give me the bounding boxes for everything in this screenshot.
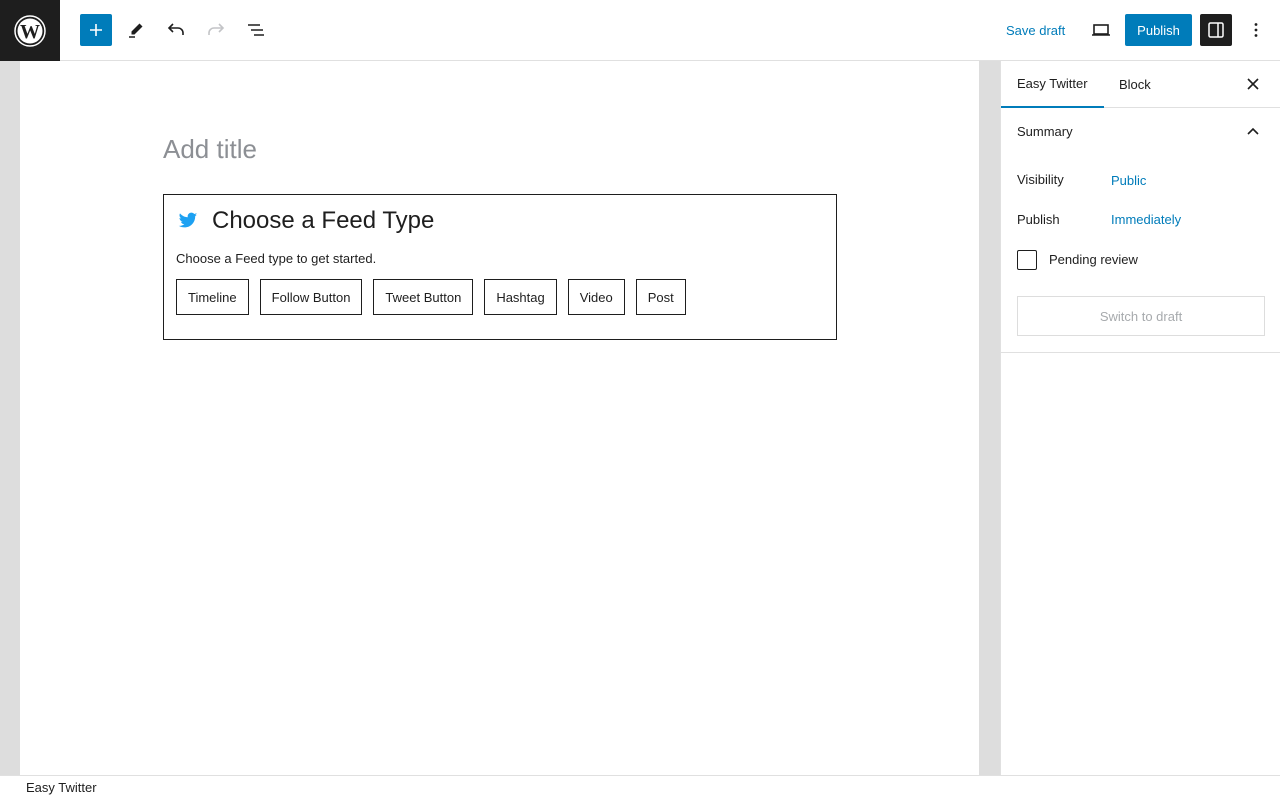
close-sidebar-button[interactable] [1238,69,1268,99]
block-title: Choose a Feed Type [212,207,435,234]
add-block-button[interactable] [80,14,112,46]
tab-easy-twitter[interactable]: Easy Twitter [1001,61,1104,108]
feed-type-tweet-button[interactable]: Tweet Button [373,279,474,315]
pencil-icon [129,23,143,38]
close-icon [1247,78,1259,90]
redo-button[interactable] [200,14,232,46]
block-header: Choose a Feed Type [178,207,434,235]
visibility-value-link[interactable]: Public [1111,173,1146,188]
publish-label: Publish [1017,212,1060,227]
pending-review-checkbox[interactable] [1017,250,1037,270]
publish-button[interactable]: Publish [1125,14,1192,46]
editor-footer: Easy Twitter [0,775,1280,800]
chevron-up-icon [1247,127,1259,135]
redo-icon [208,23,225,35]
editor-canvas-area: Add title Choose a Feed Type Choose a Fe… [0,61,1000,775]
settings-sidebar: Easy Twitter Block Summary Visibility Pu… [1000,61,1280,775]
undo-button[interactable] [160,14,192,46]
options-button[interactable] [1240,14,1272,46]
feed-type-video-button[interactable]: Video [567,279,625,315]
editor-canvas[interactable]: Add title Choose a Feed Type Choose a Fe… [20,61,979,775]
wordpress-logo-icon[interactable]: W [0,0,60,61]
preview-button[interactable] [1085,14,1117,46]
block-description: Choose a Feed type to get started. [176,251,377,266]
summary-toggle-button[interactable] [1241,122,1265,142]
post-title-field[interactable]: Add title [163,134,257,165]
desktop-preview-icon [1092,24,1110,36]
settings-button[interactable] [1200,14,1232,46]
feed-type-timeline-button[interactable]: Timeline [176,279,249,315]
publish-value-link[interactable]: Immediately [1111,212,1181,227]
summary-panel: Summary Visibility Public Publish Immedi… [1001,108,1280,353]
list-view-button[interactable] [240,14,272,46]
undo-icon [167,23,184,35]
visibility-label: Visibility [1017,172,1064,187]
tab-block[interactable]: Block [1103,61,1167,108]
feed-type-follow-button[interactable]: Follow Button [259,279,363,315]
easy-twitter-block[interactable]: Choose a Feed Type Choose a Feed type to… [163,194,837,340]
sidebar-settings-icon [1208,22,1224,38]
plus-icon [90,24,102,36]
more-vertical-icon [1254,23,1258,37]
summary-panel-title[interactable]: Summary [1017,124,1073,139]
breadcrumb[interactable]: Easy Twitter [26,780,97,795]
twitter-bird-icon [178,211,198,231]
switch-to-draft-button[interactable]: Switch to draft [1017,296,1265,336]
feed-type-hashtag-button[interactable]: Hashtag [484,279,557,315]
feed-type-buttons: Timeline Follow Button Tweet Button Hash… [176,279,697,315]
save-draft-button[interactable]: Save draft [996,14,1075,46]
list-view-icon [248,24,264,36]
pending-review-label[interactable]: Pending review [1049,252,1138,267]
sidebar-tabs: Easy Twitter Block [1001,61,1280,108]
editor-toolbar: W Save draft Publish [0,0,1280,61]
feed-type-post-button[interactable]: Post [635,279,686,315]
svg-text:W: W [20,21,40,43]
edit-tools-button[interactable] [120,14,152,46]
